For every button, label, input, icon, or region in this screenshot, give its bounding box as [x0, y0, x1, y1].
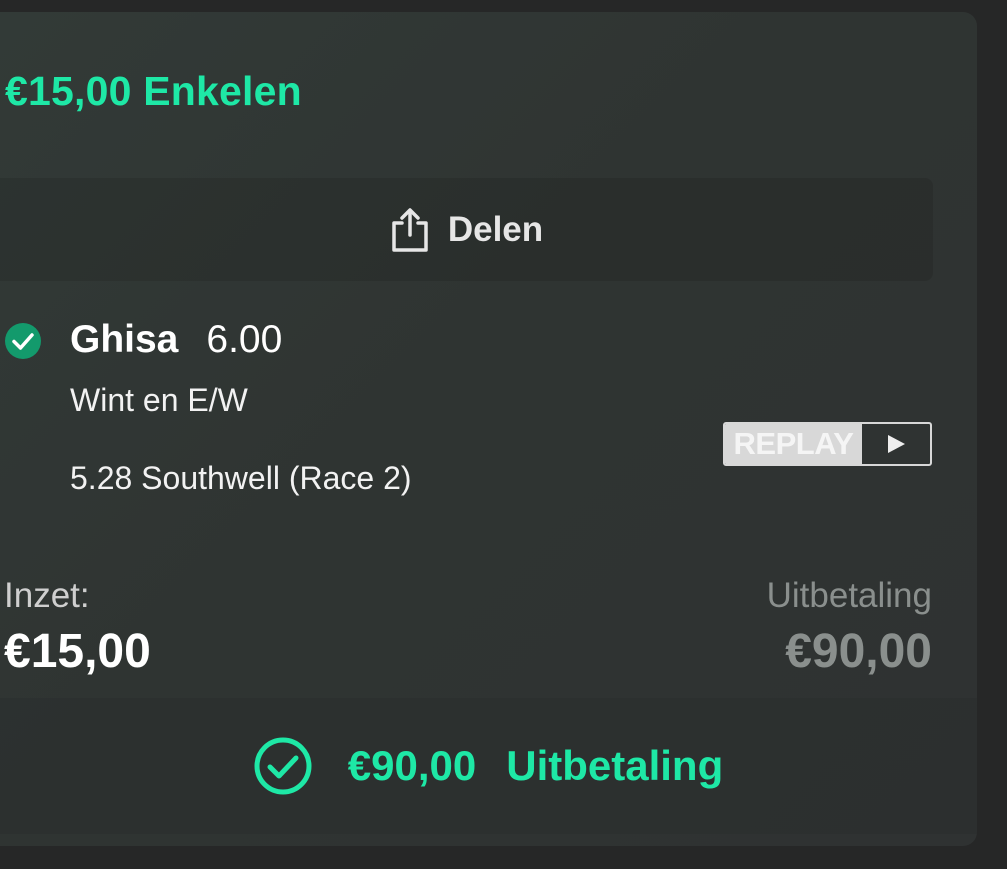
share-label: Delen — [447, 209, 544, 249]
settled-payout-bar: €90,00 Uitbetaling — [0, 698, 977, 834]
settled-payout-amount: €90,00 — [347, 742, 477, 789]
selection-market: Wint en E/W — [70, 382, 248, 418]
selection-name: Ghisa — [70, 318, 179, 361]
bet-card: €15,00 Enkelen Delen Ghisa 6.00 Wint en E… — [0, 12, 977, 846]
stake-value: €15,00 — [4, 625, 151, 678]
share-button[interactable]: Delen — [0, 178, 933, 281]
payout-value: €90,00 — [785, 625, 932, 678]
bet-title: €15,00 Enkelen — [5, 68, 302, 114]
selection-row: Ghisa 6.00 — [70, 318, 282, 362]
settled-payout-label: Uitbetaling — [506, 742, 724, 789]
check-circle-icon — [4, 322, 42, 360]
check-circle-outline-icon — [254, 737, 312, 795]
selection-odds: 6.00 — [206, 318, 283, 361]
share-icon — [390, 207, 430, 253]
replay-label: REPLAY — [725, 424, 862, 464]
play-icon — [862, 424, 930, 464]
payout-label: Uitbetaling — [766, 576, 932, 615]
stake-label: Inzet: — [4, 576, 90, 615]
replay-button[interactable]: REPLAY — [723, 422, 932, 466]
event-name: 5.28 Southwell (Race 2) — [70, 460, 412, 496]
